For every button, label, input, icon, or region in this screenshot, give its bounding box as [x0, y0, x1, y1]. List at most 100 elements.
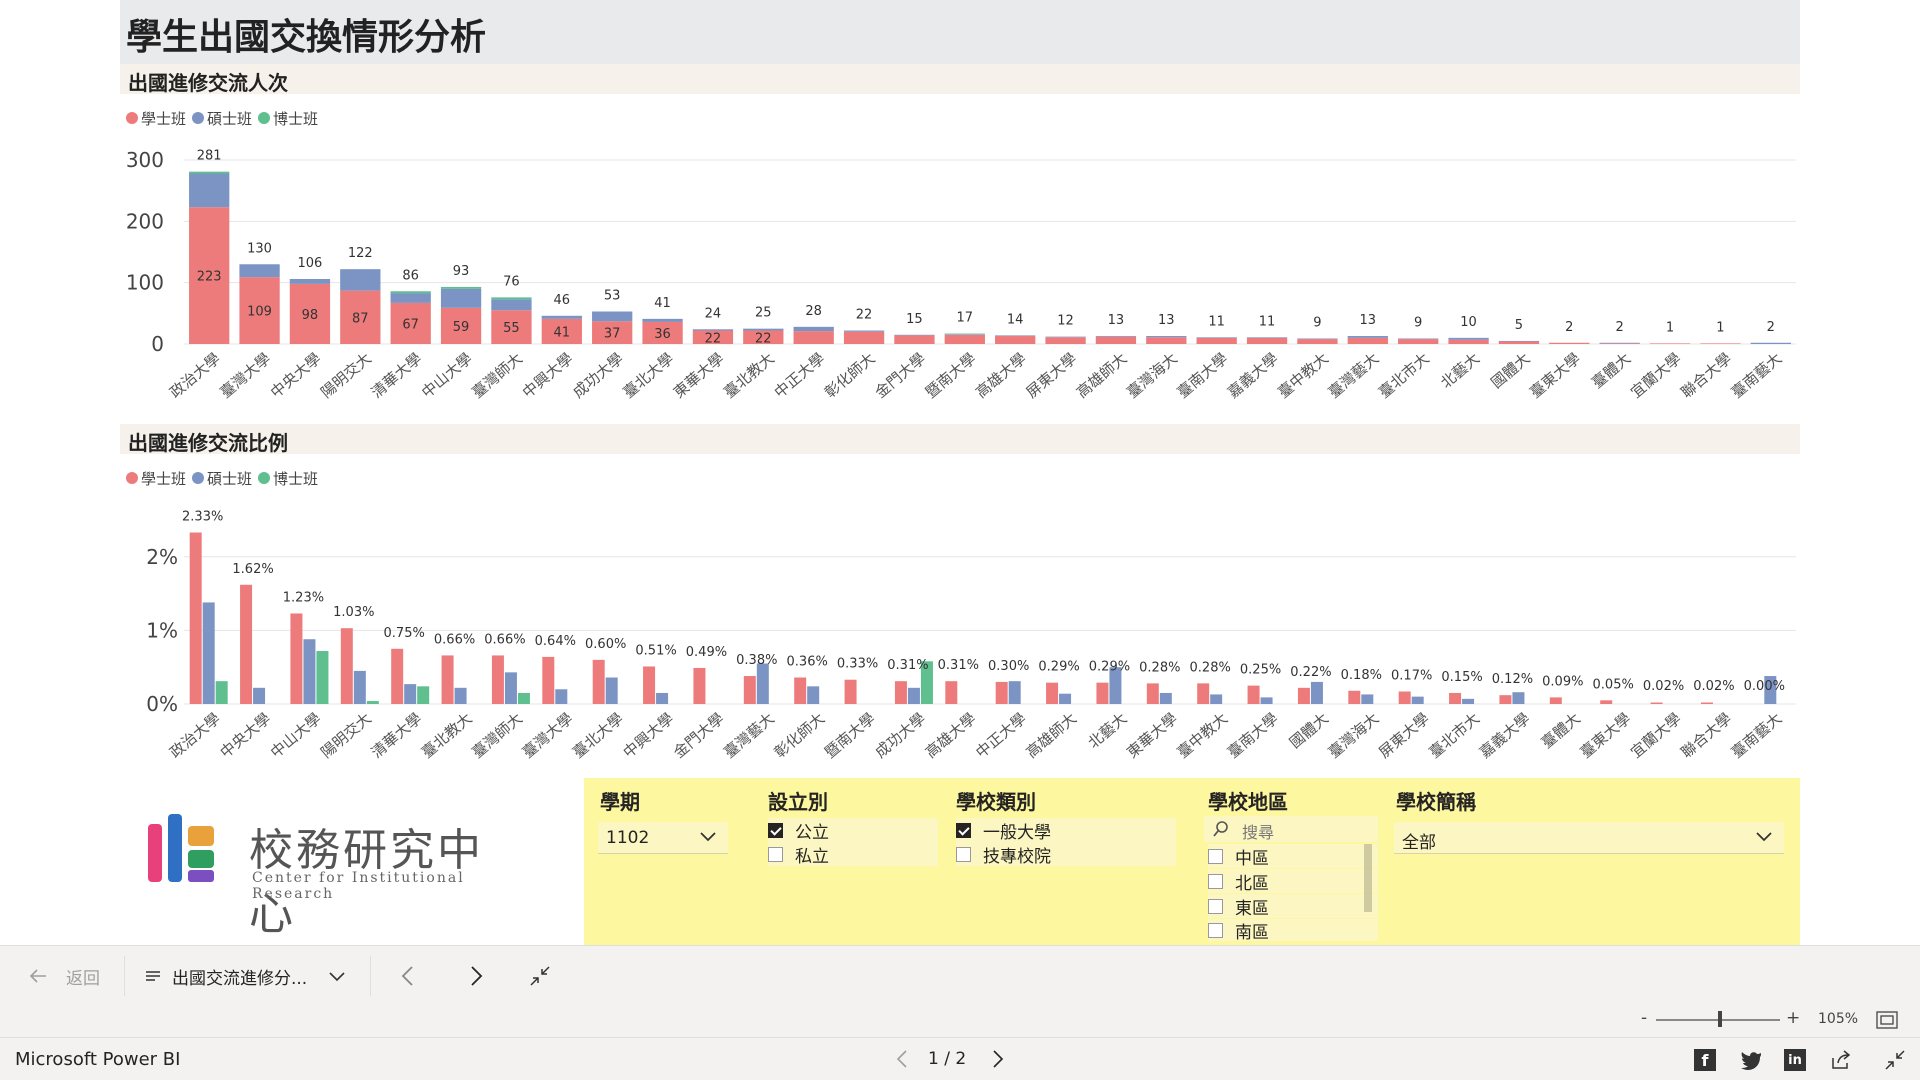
bar-碩士班: [1210, 694, 1223, 704]
option-region-central[interactable]: 中區: [1208, 844, 1378, 869]
checkbox-checked-icon[interactable]: [956, 822, 971, 838]
x-tick-label: 臺灣藝大: [720, 709, 778, 761]
bar-學士班: [391, 648, 404, 704]
page-list-icon: [146, 971, 160, 981]
x-tick-label: 暨南大學: [922, 349, 980, 401]
nav-divider: [370, 956, 371, 996]
legend-bachelor[interactable]: 學士班: [126, 468, 186, 489]
y-tick-label: 200: [126, 209, 164, 233]
bar-學士班: [1449, 692, 1462, 704]
data-label: 0.02%: [1643, 679, 1684, 694]
bar-segment-碩士班: [541, 315, 582, 319]
region-search-input[interactable]: 搜尋: [1204, 816, 1378, 842]
chart2-legend[interactable]: 學士班 碩士班 博士班: [126, 468, 324, 488]
option-label: 南區: [1235, 922, 1269, 942]
option-private[interactable]: 私立: [768, 842, 938, 867]
checkbox-icon[interactable]: [768, 846, 783, 862]
option-region-south[interactable]: 南區: [1208, 919, 1378, 941]
bar-碩士班: [353, 670, 366, 704]
bar-學士班: [1297, 687, 1310, 704]
checkbox-icon[interactable]: [1208, 922, 1223, 938]
bar-segment-碩士班: [944, 334, 985, 335]
twitter-icon[interactable]: [1740, 1050, 1762, 1070]
option-region-east[interactable]: 東區: [1208, 894, 1378, 919]
previous-page-button[interactable]: [396, 962, 420, 990]
back-button[interactable]: 返回: [26, 946, 100, 1006]
checkbox-icon[interactable]: [1208, 848, 1223, 864]
data-label: 0.25%: [1240, 663, 1281, 678]
total-label: 1: [1716, 320, 1724, 335]
chart1-legend[interactable]: 學士班 碩士班 博士班: [126, 108, 324, 128]
chart2-clustered-bar[interactable]: 2% 1% 0% 2.33% 政治大學 1.62% 中央大學 1.23% 中山大學 1.03% 陽明…: [120, 500, 1800, 770]
chart1-title: 出國進修交流人次: [128, 71, 288, 95]
share-icon[interactable]: [1830, 1049, 1852, 1071]
bar-segment-碩士班: [1448, 337, 1489, 340]
option-label: 私立: [795, 846, 829, 867]
page-selector[interactable]: 出國交流進修分...: [144, 946, 347, 1006]
x-tick-label: 中央大學: [267, 349, 325, 401]
collapse-button[interactable]: [526, 962, 554, 990]
bar-學士班: [189, 532, 202, 704]
legend-doctor[interactable]: 博士班: [258, 108, 318, 129]
x-tick-label: 高雄大學: [972, 349, 1030, 401]
bar-碩士班: [1059, 693, 1072, 704]
bar-segment-學士班: [1095, 336, 1137, 344]
bar-segment-碩士班: [1246, 337, 1288, 338]
checkbox-icon[interactable]: [956, 846, 971, 862]
data-label: 0.51%: [635, 643, 676, 658]
data-label: 0.15%: [1441, 670, 1482, 685]
chart1-stacked-bar[interactable]: 3002001000281223政治大學130109臺灣大學10698中央大學1…: [120, 140, 1800, 420]
x-tick-label: 嘉義大學: [1224, 349, 1282, 401]
checkbox-checked-icon[interactable]: [768, 822, 783, 838]
page-name: 出國交流進修分...: [172, 968, 308, 989]
data-label: 0.18%: [1341, 668, 1382, 683]
checkbox-icon[interactable]: [1208, 873, 1223, 889]
semester-dropdown[interactable]: 1102: [598, 822, 728, 854]
option-technical-college[interactable]: 技專校院: [956, 842, 1176, 867]
previous-page-status-button[interactable]: [892, 1048, 912, 1070]
zoom-slider-thumb[interactable]: [1718, 1011, 1722, 1027]
option-region-north[interactable]: 北區: [1208, 869, 1378, 894]
data-label: 0.28%: [1190, 660, 1231, 675]
legend-label: 碩士班: [207, 469, 253, 488]
bar-碩士班: [1462, 698, 1475, 704]
exit-fullscreen-icon[interactable]: [1884, 1049, 1906, 1071]
option-public[interactable]: 公立: [768, 818, 938, 843]
bar-segment-博士班: [189, 171, 230, 174]
data-label: 0.09%: [1542, 674, 1583, 689]
legend-doctor[interactable]: 博士班: [258, 468, 318, 489]
page-indicator: 1 / 2: [928, 1049, 967, 1069]
bachelor-label: 22: [755, 331, 772, 346]
y-tick-label: 100: [126, 271, 164, 295]
school-name-dropdown[interactable]: 全部: [1394, 822, 1784, 854]
legend-bachelor[interactable]: 學士班: [126, 108, 186, 129]
x-tick-label: 暨南大學: [821, 709, 879, 761]
x-tick-label: 屏東大學: [1375, 709, 1433, 761]
bar-segment-碩士班: [894, 334, 935, 336]
next-page-button[interactable]: [464, 962, 488, 990]
bachelor-label: 98: [302, 308, 319, 323]
bar-segment-碩士班: [1196, 337, 1237, 338]
zoom-level[interactable]: 105%: [1818, 1011, 1858, 1027]
fit-to-page-icon[interactable]: [1876, 1011, 1898, 1029]
bar-segment-碩士班: [340, 269, 381, 291]
option-general-university[interactable]: 一般大學: [956, 818, 1176, 843]
bar-博士班: [215, 681, 228, 704]
x-tick-label: 東華大學: [1123, 709, 1181, 761]
linkedin-share-button[interactable]: in: [1784, 1049, 1806, 1071]
bar-segment-學士班: [1196, 337, 1237, 344]
bar-segment-學士班: [1448, 339, 1489, 344]
next-page-status-button[interactable]: [988, 1048, 1008, 1070]
legend-master[interactable]: 碩士班: [192, 468, 252, 489]
zoom-out-button[interactable]: -: [1641, 1008, 1647, 1028]
x-tick-label: 高雄大學: [922, 709, 980, 761]
bar-segment-學士班: [995, 336, 1036, 344]
checkbox-icon[interactable]: [1208, 898, 1223, 914]
region-scrollbar[interactable]: [1364, 844, 1372, 912]
bar-碩士班: [404, 684, 417, 704]
zoom-in-button[interactable]: +: [1786, 1008, 1800, 1028]
app-name[interactable]: Microsoft Power BI: [15, 1049, 180, 1070]
facebook-share-button[interactable]: f: [1694, 1049, 1716, 1071]
data-label: 0.66%: [484, 632, 525, 647]
legend-master[interactable]: 碩士班: [192, 108, 252, 129]
